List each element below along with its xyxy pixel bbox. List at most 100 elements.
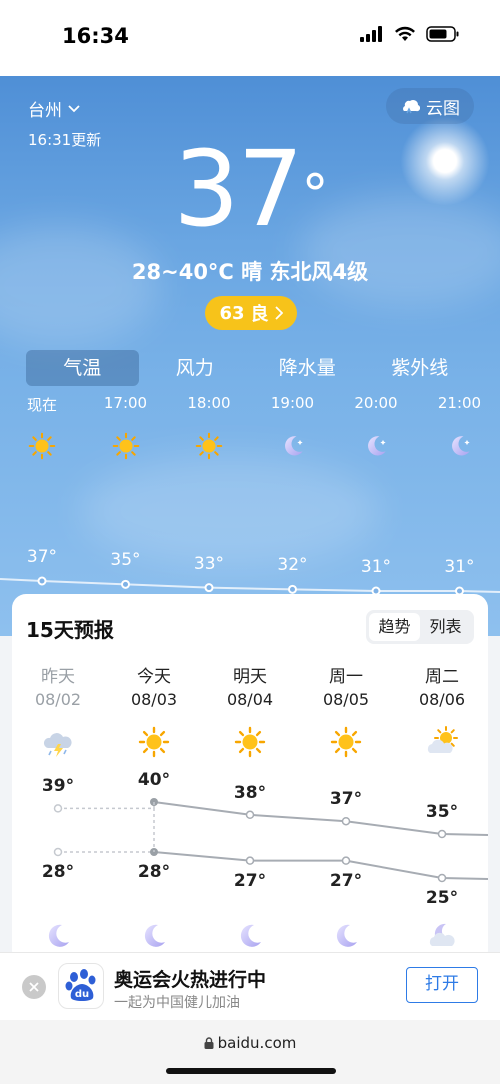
tab-uv[interactable]: 紫外线: [364, 350, 477, 386]
app-banner: du 奥运会火热进行中 一起为中国健儿加油 打开: [0, 952, 500, 1020]
day-name: 周二: [425, 667, 459, 687]
hour-temperature: 32°: [277, 555, 308, 576]
day-high-temp: 35°: [425, 802, 459, 822]
banner-title: 奥运会火热进行中: [114, 969, 267, 991]
forecast-day[interactable]: 周二 08/06 35° 25°: [394, 594, 488, 964]
forecast-card: 15天预报 趋势 列表 昨天 08/02 39° 28° 今天 08/03 40° 28° 明天…: [12, 594, 488, 964]
sun-icon: [112, 432, 140, 460]
wifi-icon: [395, 26, 415, 41]
day-date: 08/06: [418, 690, 466, 709]
metric-tabs: 气温 风力 降水量 紫外线: [26, 350, 476, 386]
signal-icon: [360, 26, 382, 42]
home-indicator: [166, 1068, 336, 1074]
day-low-temp: 27°: [329, 870, 363, 891]
baidu-logo: du: [58, 963, 104, 1009]
weather-hero: 台州 16:31更新 云图 37° 28~40°C 晴 东北风4级 63 良 气…: [0, 76, 500, 636]
cloud-map-label: 云图: [426, 98, 460, 119]
cloud-map-button[interactable]: 云图: [386, 88, 474, 124]
hour-time: 20:00: [354, 394, 398, 412]
hour-time: 18:00: [187, 394, 231, 412]
day-high-temp: 38°: [233, 782, 267, 803]
day-low-temp: 28°: [41, 862, 75, 882]
baidu-logo-text: du: [75, 989, 89, 1000]
day-low-temp: 28°: [137, 862, 171, 882]
tab-temperature[interactable]: 气温: [26, 350, 139, 386]
aqi-pill[interactable]: 63 良: [205, 296, 297, 330]
sun-icon: [28, 432, 56, 460]
hour-column: 21:0031°优: [418, 392, 500, 626]
day-name: 昨天: [41, 667, 75, 687]
hour-temperature: 35°: [110, 550, 141, 571]
url-display[interactable]: baidu.com: [0, 1034, 500, 1052]
moon-icon: [279, 432, 307, 460]
hour-point: [204, 583, 214, 593]
hourly-forecast: 现在37°良17:0035°良18:0033°良19:0032°优20:0031…: [0, 392, 500, 626]
hour-point: [288, 584, 297, 594]
close-banner-button[interactable]: [22, 975, 46, 999]
day-name: 周一: [329, 667, 363, 687]
status-icons: [360, 26, 460, 42]
aqi-value: 63: [219, 302, 245, 324]
open-app-button[interactable]: 打开: [406, 967, 478, 1003]
hour-column: 19:0032°优: [251, 392, 335, 626]
status-bar: 16:34: [0, 0, 500, 76]
degree-symbol: °: [301, 163, 329, 226]
hour-temperature: 37°: [26, 547, 58, 567]
hour-time: 17:00: [103, 394, 148, 412]
forecast-day[interactable]: 昨天 08/02 39° 28°: [12, 594, 106, 964]
current-temperature: 37°: [0, 134, 500, 244]
city-selector[interactable]: 台州: [28, 96, 80, 121]
forecast-day[interactable]: 明天 08/04 38° 27°: [202, 594, 298, 964]
status-time: 16:34: [62, 24, 129, 48]
moon-icon: [42, 920, 74, 952]
moon-icon: [330, 920, 362, 952]
sun-icon: [234, 726, 266, 758]
city-name: 台州: [28, 101, 62, 121]
cloud-map-icon: [403, 100, 420, 114]
moon-icon: [234, 920, 266, 952]
hour-column: 20:0031°优: [334, 392, 418, 626]
day-low-temp: 27°: [233, 870, 267, 891]
hour-temperature: 31°: [444, 557, 475, 577]
cloud-decoration: [0, 226, 160, 346]
sun-icon: [138, 726, 170, 758]
thunder-cloud-icon: [42, 726, 74, 758]
forecast-day[interactable]: 周一 08/05 37° 27°: [298, 594, 394, 964]
tab-precipitation[interactable]: 降水量: [251, 350, 364, 386]
banner-subtitle: 一起为中国健儿加油: [114, 995, 240, 1011]
tab-wind[interactable]: 风力: [139, 350, 252, 386]
hour-time: 19:00: [270, 394, 315, 412]
day-date: 08/03: [130, 690, 178, 709]
browser-address-bar[interactable]: baidu.com: [0, 1020, 500, 1084]
chevron-down-icon: [68, 104, 80, 112]
day-high-temp: 39°: [41, 776, 75, 797]
day-date: 08/04: [226, 690, 274, 709]
hour-temperature: 31°: [360, 557, 392, 577]
cloudy-moon-icon: [426, 920, 458, 952]
moon-icon: [446, 432, 474, 460]
hour-temperature: 33°: [193, 553, 225, 574]
hour-time: 21:00: [437, 394, 482, 412]
hour-column: 18:0033°良: [167, 392, 251, 626]
day-high-temp: 40°: [137, 770, 171, 790]
url-text: baidu.com: [217, 1034, 297, 1052]
close-icon: [29, 982, 39, 992]
lock-icon: [204, 1037, 214, 1049]
day-name: 明天: [233, 667, 267, 687]
hour-column: 17:0035°良: [84, 392, 168, 626]
battery-icon: [426, 26, 459, 42]
hour-column: 现在37°良: [0, 392, 84, 626]
hour-time: 现在: [26, 396, 57, 414]
day-name: 今天: [137, 667, 171, 687]
forecast-day[interactable]: 今天 08/03 40° 28°: [106, 594, 202, 964]
day-high-temp: 37°: [329, 789, 363, 810]
moon-icon: [362, 432, 390, 460]
day-date: 08/05: [322, 690, 370, 709]
aqi-label: 良: [250, 304, 269, 325]
partly-cloudy-icon: [426, 726, 458, 758]
chevron-right-icon: [274, 306, 283, 320]
sun-icon: [195, 432, 223, 460]
current-temperature-value: 37: [173, 128, 303, 250]
day-low-temp: 25°: [425, 888, 459, 908]
moon-icon: [138, 920, 170, 952]
